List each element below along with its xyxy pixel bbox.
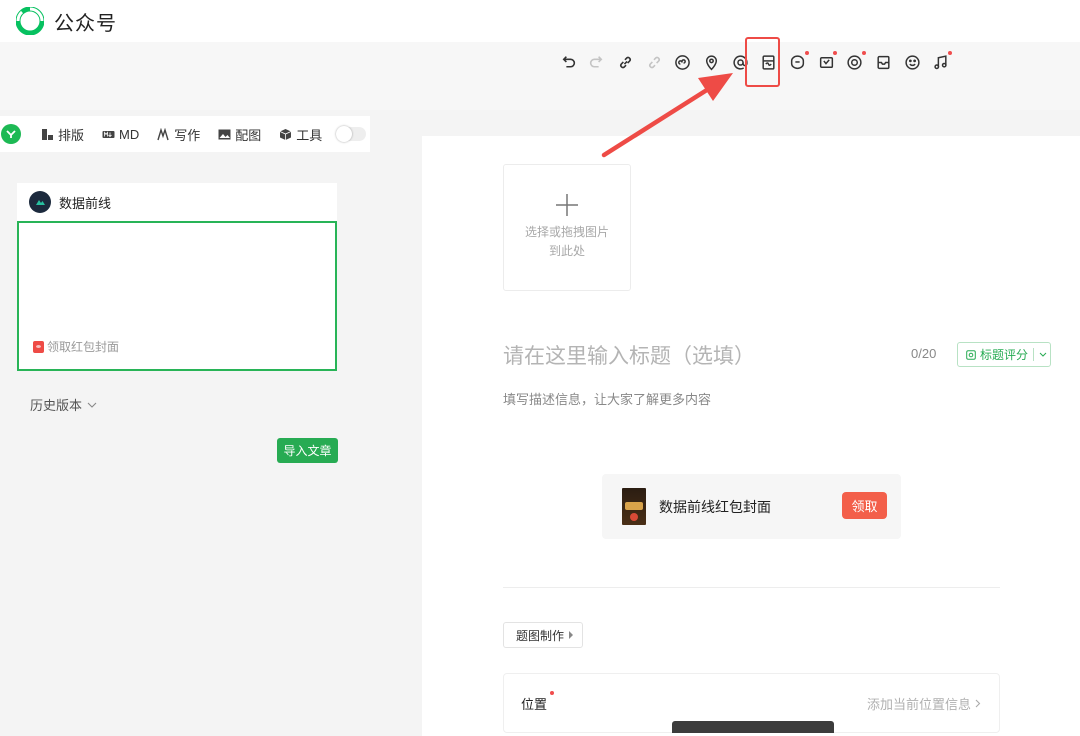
new-badge-dot — [833, 51, 838, 55]
header-image-maker-label: 题图制作 — [516, 628, 565, 643]
header-image-maker-button[interactable]: 题图制作 — [503, 622, 583, 648]
title-score-label: 标题评分 — [980, 348, 1029, 362]
music-icon[interactable] — [930, 51, 952, 73]
red-packet-cover-card: 数据前线红包封面 领取 — [602, 474, 901, 539]
plugin-item-label: 写作 — [174, 127, 201, 143]
plugin-toggle-switch[interactable] — [336, 126, 367, 142]
claim-button[interactable]: 领取 — [842, 492, 887, 519]
plugin-item-md[interactable]: MD — [102, 127, 139, 142]
upload-hint-line-2: 到此处 — [548, 244, 585, 258]
red-packet-cover-highlight — [745, 37, 780, 87]
plugin-item-tools[interactable]: 工具 — [279, 125, 322, 144]
floating-tooltip-bar — [672, 721, 834, 733]
image-icon — [218, 129, 231, 139]
title-score-button[interactable]: 标题评分 — [957, 342, 1051, 367]
top-bar: 公众号 — [0, 0, 1080, 42]
plugin-item-label: 配图 — [235, 127, 262, 143]
cover-image-upload[interactable]: 选择或拖拽图片 到此处 — [503, 164, 631, 291]
cover-thumbnail — [622, 488, 646, 525]
cube-icon — [280, 128, 292, 140]
plugin-item-write[interactable]: 写作 — [157, 125, 200, 144]
chevron-right-icon — [975, 699, 981, 708]
title-input[interactable]: 请在这里输入标题（选填） — [503, 340, 755, 370]
new-badge-dot — [804, 51, 809, 55]
new-badge-dot — [947, 51, 952, 55]
new-badge-dot — [861, 51, 866, 55]
import-article-button[interactable]: 导入文章 — [277, 438, 338, 463]
plugin-item-image[interactable]: 配图 — [218, 125, 261, 144]
coupon-icon[interactable] — [873, 51, 895, 73]
caret-right-icon — [569, 631, 574, 639]
location-icon[interactable] — [700, 51, 722, 73]
article-preview-card: 数据前线 领取红包封面 — [17, 183, 337, 371]
preview-header: 数据前线 — [17, 183, 337, 221]
chevron-down-icon — [1039, 352, 1047, 357]
description-input[interactable]: 填写描述信息，让大家了解更多内容 — [503, 389, 711, 408]
section-divider — [503, 587, 1000, 588]
pen-icon — [157, 127, 169, 140]
plus-icon — [556, 194, 578, 216]
claim-cover-link[interactable]: 领取红包封面 — [33, 338, 119, 355]
location-label-text: 位置 — [521, 697, 548, 712]
plugin-bar: 排版 MD 写作 配图 工具 — [0, 116, 370, 152]
plugin-item-label: 排版 — [58, 127, 85, 143]
add-location-link[interactable]: 添加当前位置信息 — [867, 694, 981, 713]
plugin-item-label: 工具 — [296, 127, 323, 143]
red-packet-icon — [33, 340, 44, 353]
divider — [1033, 348, 1035, 361]
preview-body[interactable]: 领取红包封面 — [17, 221, 337, 371]
add-location-label: 添加当前位置信息 — [866, 697, 971, 712]
title-char-count: 0/20 — [911, 346, 937, 361]
unlink-icon[interactable] — [643, 51, 665, 73]
score-icon — [966, 349, 976, 360]
plugin-item-label: MD — [119, 126, 140, 142]
account-name: 数据前线 — [59, 195, 112, 211]
link-icon[interactable] — [614, 51, 636, 73]
location-label: 位置 — [521, 691, 555, 713]
audio-circle-icon[interactable] — [844, 51, 866, 73]
chevron-down-icon — [87, 402, 97, 408]
cover-name: 数据前线红包封面 — [659, 498, 771, 515]
history-label: 历史版本 — [30, 398, 83, 413]
redo-icon[interactable] — [586, 51, 608, 73]
plugin-logo-icon[interactable] — [1, 124, 21, 144]
emoji-icon[interactable] — [901, 51, 923, 73]
mini-program-icon[interactable] — [672, 51, 694, 73]
undo-icon[interactable] — [557, 51, 579, 73]
history-versions-dropdown[interactable]: 历史版本 — [30, 395, 97, 414]
layout-icon — [42, 128, 53, 140]
search-icon[interactable] — [787, 51, 809, 73]
claim-cover-label: 领取红包封面 — [47, 340, 120, 354]
poll-icon[interactable] — [815, 51, 838, 73]
wechat-mp-logo-icon[interactable] — [16, 7, 44, 35]
plugin-item-layout[interactable]: 排版 — [41, 125, 84, 144]
brand-title: 公众号 — [54, 12, 117, 35]
upload-hint: 选择或拖拽图片 到此处 — [522, 223, 612, 261]
markdown-icon — [102, 130, 115, 138]
account-avatar — [29, 191, 51, 213]
upload-hint-line-1: 选择或拖拽图片 — [524, 225, 609, 239]
required-dot — [550, 691, 555, 695]
